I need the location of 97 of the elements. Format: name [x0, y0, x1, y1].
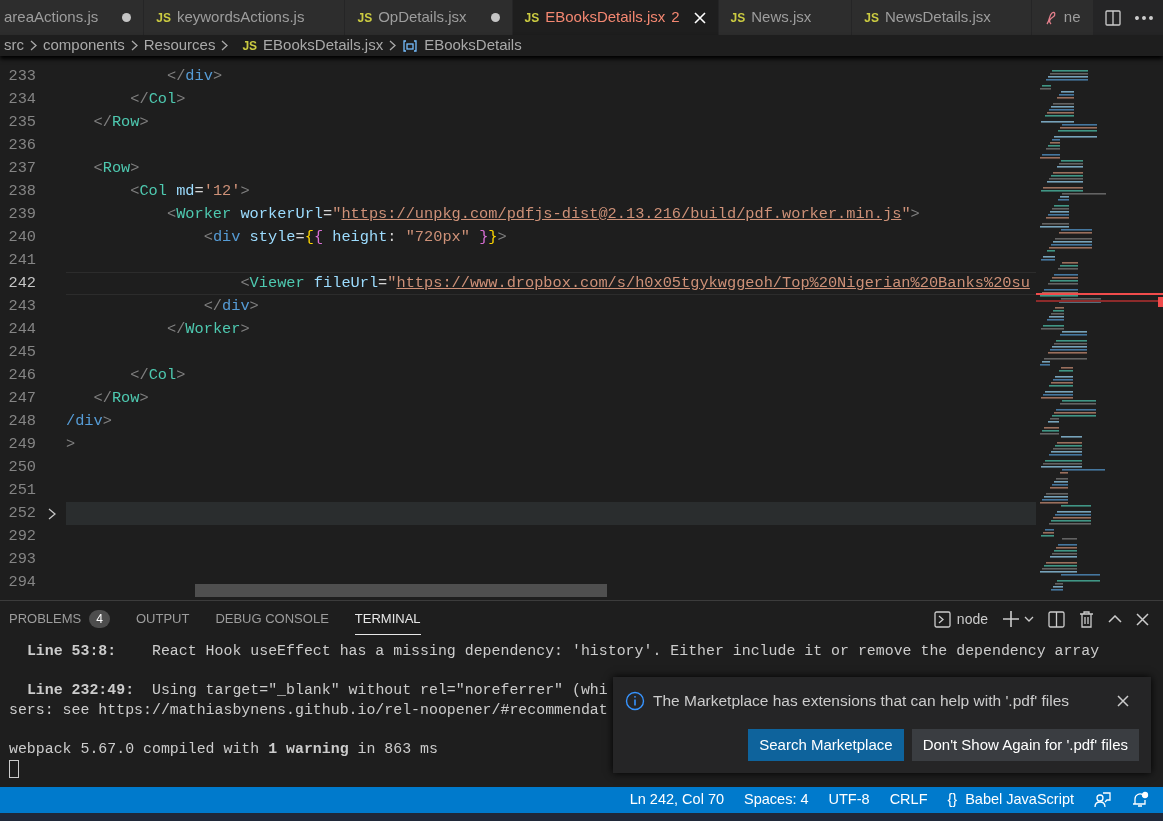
maximize-icon[interactable] — [1108, 615, 1122, 623]
status-item[interactable]: CRLF — [889, 789, 928, 811]
code-line: <div style={{ height: "720px" }}> — [202, 227, 508, 249]
editor-tab[interactable]: areaActions.js — [0, 0, 145, 35]
breadcrumb-item[interactable]: src — [4, 34, 24, 57]
js-file-icon: JS — [156, 8, 171, 27]
code-line: </Row> — [92, 388, 150, 410]
line-number: 250 — [7, 457, 36, 479]
line-number: 235 — [7, 112, 36, 134]
split-editor-icon[interactable] — [1105, 9, 1121, 26]
line-number: 244 — [7, 319, 36, 341]
line-number: 247 — [7, 388, 36, 410]
terminal-line: webpack 5.67.0 compiled with 1 warning in 863 ms — [9, 739, 438, 759]
line-number: 252 — [7, 503, 36, 525]
problem-count: 2 — [671, 7, 680, 28]
line-number: 239 — [7, 204, 36, 226]
chevron-icon — [389, 40, 397, 51]
status-item[interactable]: UTF-8 — [828, 789, 870, 811]
panel-tab[interactable]: DEBUG CONSOLE — [215, 602, 329, 636]
line-number: 234 — [7, 89, 36, 111]
editor-tab[interactable]: JS News.jsx — [718, 0, 853, 35]
code-line: > — [66, 434, 77, 456]
editor-tab[interactable]: JS EBooksDetails.jsx 2 — [512, 0, 719, 35]
caret-icon[interactable] — [1024, 616, 1034, 622]
editor-tab[interactable]: JS keywordsActions.js — [144, 0, 346, 35]
code-line: </Worker> — [165, 319, 251, 341]
symbol-icon — [402, 38, 419, 53]
editor-tab[interactable]: ne — [1031, 0, 1094, 35]
line-number: 238 — [7, 181, 36, 203]
braces-icon: {} — [947, 789, 958, 811]
status-item[interactable]: Ln 242, Col 70 — [629, 789, 725, 811]
status-item[interactable]: Spaces: 4 — [744, 789, 809, 811]
split-icon[interactable] — [1048, 610, 1065, 628]
panel-tab[interactable]: TERMINAL — [354, 602, 421, 636]
code-line: </div> — [165, 66, 224, 88]
terminal-line: Line 232:49: Using target="_blank" without rel="noreferrer" (whi — [25, 681, 608, 701]
editor-tab[interactable]: JS OpDetails.jsx — [345, 0, 513, 35]
dont-show-again-button[interactable]: Don't Show Again for '.pdf' files — [911, 728, 1139, 761]
line-number: 249 — [7, 434, 36, 456]
panel-tab[interactable]: PROBLEMS 4 — [9, 602, 110, 636]
language-mode: Babel JavaScript — [965, 790, 1074, 810]
js-file-icon: JS — [524, 8, 540, 27]
code-line: <Worker workerUrl="https://unpkg.com/pdfjs-dist@2.13.216/build/pdf.worker.min.js"> — [165, 204, 921, 226]
feedback-icon[interactable] — [1094, 791, 1111, 809]
chevron-icon — [130, 40, 138, 51]
line-number: 242 — [7, 273, 36, 295]
terminal-cursor — [9, 759, 19, 778]
line-number: 237 — [7, 158, 36, 180]
search-marketplace-button[interactable]: Search Marketplace — [748, 728, 904, 761]
close-icon[interactable] — [1117, 694, 1129, 707]
code-line: <Col md='12'> — [129, 181, 251, 203]
unsaved-dot — [490, 13, 500, 22]
notification-message: The Marketplace has extensions that can help with '.pdf' files — [653, 691, 1070, 712]
terminal-icon — [933, 610, 951, 628]
close-icon[interactable] — [1136, 612, 1149, 626]
breadcrumb-item[interactable]: Resources — [143, 34, 216, 57]
line-number: 241 — [7, 250, 36, 272]
code-line: </Col> — [129, 365, 187, 387]
terminal-line: sers: see https://mathiasbynens.github.io/rel-noopener/#recommendat — [9, 700, 608, 720]
code-line: </div> — [202, 296, 260, 318]
terminal-line: Line 53:8: React Hook useEffect has a missing dependency: 'history'. Either include it or remove the dependency array — [25, 642, 1100, 661]
line-number: 240 — [7, 227, 36, 249]
info-icon — [625, 690, 645, 711]
js-file-icon: JS — [242, 36, 258, 55]
js-file-icon: JS — [730, 8, 746, 27]
line-number: 248 — [7, 411, 36, 433]
breadcrumb-item[interactable]: EBooksDetails — [424, 34, 522, 57]
code-line: </Col> — [129, 89, 187, 111]
line-number: 292 — [7, 526, 36, 548]
line-number: 246 — [7, 365, 36, 387]
js-file-icon: JS — [864, 8, 879, 27]
line-number: 233 — [7, 66, 36, 88]
chevron-icon — [30, 40, 37, 51]
panel-tab[interactable]: OUTPUT — [135, 602, 190, 636]
line-number: 294 — [7, 572, 36, 594]
more-icon[interactable] — [1135, 15, 1153, 20]
editor-tab[interactable]: JS NewsDetails.jsx — [852, 0, 1032, 35]
js-file-icon: JS — [357, 8, 373, 27]
line-number: 245 — [7, 342, 36, 364]
scrollbar[interactable] — [195, 584, 607, 597]
code-line: </Row> — [92, 112, 150, 134]
terminal-name[interactable]: node — [956, 608, 988, 630]
chevron-icon — [48, 507, 56, 520]
bell-icon[interactable] — [1131, 791, 1149, 809]
line-number: 293 — [7, 549, 36, 571]
breadcrumb-item[interactable]: components — [43, 34, 125, 57]
plus-icon[interactable] — [1002, 610, 1020, 628]
code-line: <Row> — [92, 158, 141, 180]
breadcrumb-item[interactable]: EBooksDetails.jsx — [263, 34, 384, 57]
trash-icon[interactable] — [1079, 610, 1094, 628]
line-number: 251 — [7, 480, 36, 502]
chevron-icon — [221, 40, 229, 51]
line-number: 243 — [7, 296, 36, 318]
line-number: 236 — [7, 135, 36, 157]
code-line: /div> — [66, 411, 113, 433]
unsaved-dot — [122, 13, 132, 22]
code-line: <Viewer fileUrl="https://www.dropbox.com/s/h0x05tgykwggeoh/Top%20Nigerian%20Banks%20su — [66, 272, 1036, 295]
